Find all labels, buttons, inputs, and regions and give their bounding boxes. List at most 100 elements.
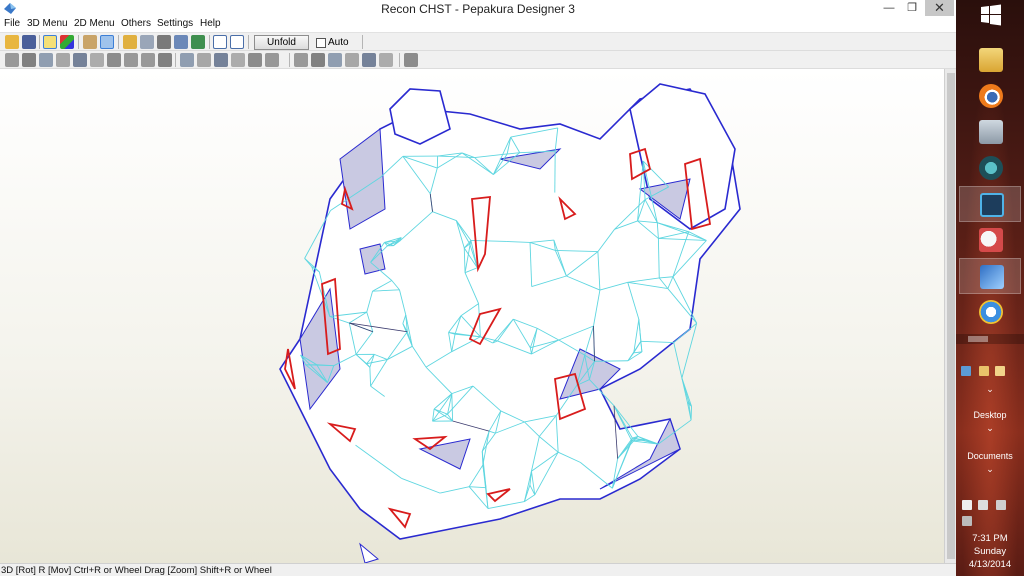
box-select-icon[interactable] <box>100 35 114 49</box>
anchor-icon[interactable] <box>157 35 171 49</box>
menu-file[interactable]: File <box>4 18 20 29</box>
taskbar-pepakura[interactable] <box>959 222 1021 258</box>
export-icon[interactable] <box>248 53 262 67</box>
frame-left-icon[interactable] <box>213 35 227 49</box>
chevron-down-icon[interactable]: ⌄ <box>956 464 1024 475</box>
align-grid-icon[interactable] <box>345 53 359 67</box>
auto-label: Auto <box>328 37 349 48</box>
3d-viewport[interactable] <box>0 69 944 563</box>
cylinder-icon[interactable] <box>140 35 154 49</box>
rotate-icon[interactable] <box>141 53 155 67</box>
pepakura-icon <box>979 228 1003 252</box>
open-icon[interactable] <box>5 35 19 49</box>
part-color-icon[interactable] <box>191 35 205 49</box>
pencil-icon[interactable] <box>123 35 137 49</box>
toolbar-separator <box>399 53 400 67</box>
taskbar-pepakura-designer[interactable] <box>959 258 1021 294</box>
3d-model[interactable] <box>0 69 944 563</box>
toolbar-library-icon[interactable] <box>979 366 989 376</box>
align-middle-icon[interactable] <box>328 53 342 67</box>
vertical-scrollbar[interactable] <box>944 69 956 563</box>
taskbar-audio-app[interactable] <box>959 150 1021 186</box>
internet-explorer-icon <box>979 300 1003 324</box>
chevron-down-icon[interactable]: ⌄ <box>956 384 1024 395</box>
save-icon[interactable] <box>22 35 36 49</box>
status-text: 3D [Rot] R [Mov] Ctrl+R or Wheel Drag [Z… <box>1 565 272 576</box>
scrollbar-thumb[interactable] <box>947 73 955 559</box>
windows-start-icon[interactable] <box>980 4 1002 26</box>
menu-bar: File 3D Menu 2D Menu Others Settings Hel… <box>0 17 956 32</box>
mesh-fragment <box>359 542 380 563</box>
fold-line <box>631 438 633 442</box>
status-bar: 3D [Rot] R [Mov] Ctrl+R or Wheel Drag [Z… <box>0 563 956 576</box>
light-bulb-icon[interactable] <box>43 35 57 49</box>
menu-settings[interactable]: Settings <box>157 18 193 29</box>
taskbar-internet-explorer[interactable] <box>959 294 1021 330</box>
fold-line <box>681 377 689 402</box>
page-icon[interactable] <box>231 53 245 67</box>
clock-time[interactable]: 7:31 PM <box>956 533 1024 544</box>
desktop-toolbar-label[interactable]: Desktop <box>956 410 1024 420</box>
system-monitor-icon <box>979 120 1003 144</box>
pointer-icon[interactable] <box>22 53 36 67</box>
taskbar-file-explorer[interactable] <box>959 42 1021 78</box>
edit-toolbar <box>0 51 956 69</box>
clock-date[interactable]: 4/13/2014 <box>956 559 1024 570</box>
tab-icon[interactable] <box>73 53 87 67</box>
taskbar-robot-app[interactable] <box>959 186 1021 222</box>
align-center-icon[interactable] <box>294 53 308 67</box>
back-icon[interactable] <box>158 53 172 67</box>
menu-others[interactable]: Others <box>121 18 151 29</box>
edge-cut-icon[interactable] <box>174 35 188 49</box>
join-icon[interactable] <box>107 53 121 67</box>
frame-right-icon[interactable] <box>230 35 244 49</box>
network-icon[interactable] <box>962 516 972 526</box>
close-button[interactable]: ✕ <box>925 0 954 16</box>
maximize-button[interactable]: ❐ <box>903 0 921 16</box>
file-explorer-icon <box>979 48 1003 72</box>
taskbar-system-monitor[interactable] <box>959 114 1021 150</box>
documents-toolbar-label[interactable]: Documents <box>956 451 1024 461</box>
toolbar-separator <box>78 35 79 49</box>
taskbar-scroll-thumb[interactable] <box>968 336 988 342</box>
chevron-down-icon[interactable]: ⌄ <box>956 423 1024 434</box>
fold-line <box>594 360 628 362</box>
wave-icon[interactable] <box>56 53 70 67</box>
minimize-button[interactable]: — <box>880 0 898 16</box>
flat-cube-icon[interactable] <box>83 35 97 49</box>
volume-icon[interactable] <box>978 500 988 510</box>
menu-2d[interactable]: 2D Menu <box>74 18 115 29</box>
select-icon[interactable] <box>5 53 19 67</box>
texture-cube-icon[interactable] <box>60 35 74 49</box>
auto-checkbox[interactable] <box>316 38 326 48</box>
app-window: Recon CHST - Pepakura Designer 3 — ❐ ✕ F… <box>0 0 956 576</box>
toolbar-folder-icon[interactable] <box>961 366 971 376</box>
menu-3d[interactable]: 3D Menu <box>27 18 68 29</box>
toolbar-separator <box>289 53 290 67</box>
distribute-icon[interactable] <box>197 53 211 67</box>
align-bottom-icon[interactable] <box>362 53 376 67</box>
align-top-icon[interactable] <box>311 53 325 67</box>
zoom-reset-icon[interactable] <box>404 53 418 67</box>
taskbar-blender[interactable] <box>959 78 1021 114</box>
pepakura-designer-icon <box>980 265 1004 289</box>
align-left-icon[interactable] <box>265 53 279 67</box>
grid-icon[interactable] <box>39 53 53 67</box>
zoom-fit-icon[interactable] <box>379 53 393 67</box>
crop-icon[interactable] <box>180 53 194 67</box>
action-center-flag-icon[interactable] <box>962 500 972 510</box>
clock-day[interactable]: Sunday <box>956 546 1024 557</box>
unfold-button[interactable]: Unfold <box>254 35 309 50</box>
robot-app-icon <box>980 193 1004 217</box>
menu-help[interactable]: Help <box>200 18 221 29</box>
taskbar: ⌄ Desktop ⌄ Documents ⌄ 7:31 PM Sunday 4… <box>956 0 1024 576</box>
battery-icon[interactable] <box>996 500 1006 510</box>
strip-icon[interactable] <box>90 53 104 67</box>
flap-icon[interactable] <box>124 53 138 67</box>
toolbar-separator <box>175 53 176 67</box>
toolbar-separator <box>362 35 363 49</box>
text-icon[interactable] <box>214 53 228 67</box>
toolbar-docs-icon[interactable] <box>995 366 1005 376</box>
taskbar-scrollbar[interactable] <box>956 334 1024 344</box>
audio-app-icon <box>979 156 1003 180</box>
